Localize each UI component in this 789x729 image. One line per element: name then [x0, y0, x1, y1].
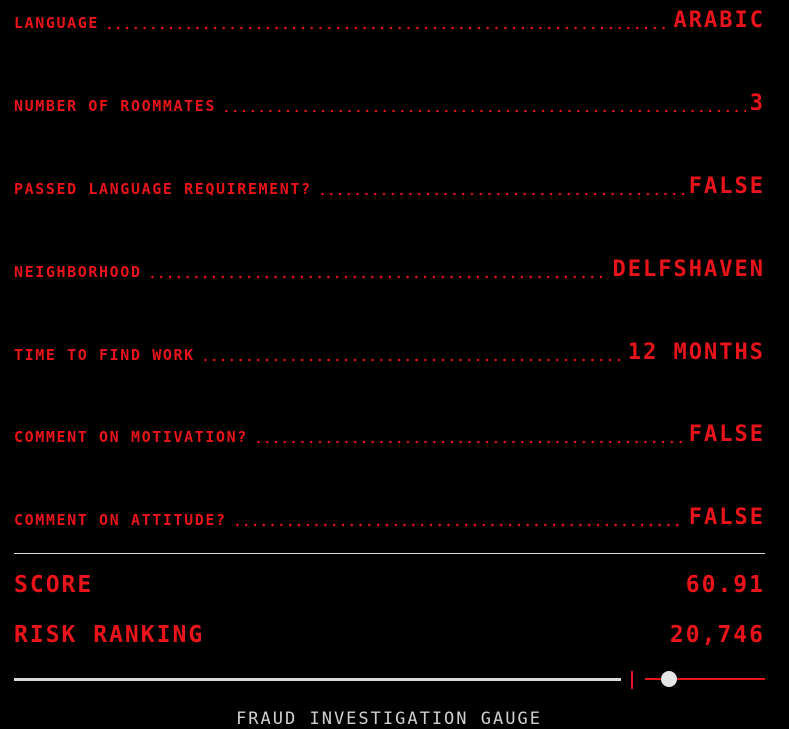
gauge-track — [14, 678, 621, 681]
field-label: NEIGHBORHOOD — [14, 263, 142, 281]
field-label: COMMENT ON ATTITUDE? — [14, 511, 227, 529]
dot-leader — [232, 523, 685, 527]
field-value: FALSE — [688, 422, 765, 447]
risk-ranking-row: RISK RANKING 20,746 — [14, 622, 765, 648]
score-label: SCORE — [14, 572, 94, 598]
field-row-language: LANGUAGE ARABIC — [14, 4, 765, 34]
risk-ranking-label: RISK RANKING — [14, 622, 205, 648]
field-label: COMMENT ON MOTIVATION? — [14, 428, 248, 446]
dot-leader — [200, 358, 624, 362]
score-row: SCORE 60.91 — [14, 572, 765, 598]
dot-leader — [221, 109, 746, 113]
field-value: 3 — [749, 91, 765, 116]
gauge-caption: FRAUD INVESTIGATION GAUGE — [236, 709, 542, 729]
field-label: LANGUAGE — [14, 14, 100, 32]
field-row-roommates: NUMBER OF ROOMMATES 3 — [14, 87, 765, 117]
field-value: FALSE — [688, 505, 765, 530]
field-row-time-to-find-work: TIME TO FIND WORK 12 MONTHS — [14, 336, 765, 366]
field-row-language-requirement: PASSED LANGUAGE REQUIREMENT? FALSE — [14, 170, 765, 200]
dot-leader — [317, 192, 685, 196]
gauge-threshold-marker — [631, 671, 633, 689]
field-label: NUMBER OF ROOMMATES — [14, 97, 216, 115]
fraud-investigation-gauge[interactable] — [14, 668, 765, 692]
gauge-red-segment — [669, 678, 765, 680]
field-value: FALSE — [688, 174, 765, 199]
dot-leader — [253, 440, 685, 444]
field-row-motivation: COMMENT ON MOTIVATION? FALSE — [14, 418, 765, 448]
score-value: 60.91 — [685, 572, 765, 598]
field-label: PASSED LANGUAGE REQUIREMENT? — [14, 180, 312, 198]
section-divider — [14, 553, 765, 554]
field-value: DELFSHAVEN — [612, 257, 765, 282]
field-value: 12 MONTHS — [627, 340, 765, 365]
field-row-neighborhood: NEIGHBORHOOD DELFSHAVEN — [14, 253, 765, 283]
dot-leader — [105, 26, 670, 30]
field-row-attitude: COMMENT ON ATTITUDE? FALSE — [14, 501, 765, 531]
gauge-slider-handle[interactable] — [661, 671, 677, 687]
field-label: TIME TO FIND WORK — [14, 346, 195, 364]
risk-ranking-value: 20,746 — [669, 622, 765, 648]
dot-leader — [147, 275, 609, 279]
field-value: ARABIC — [673, 8, 765, 33]
